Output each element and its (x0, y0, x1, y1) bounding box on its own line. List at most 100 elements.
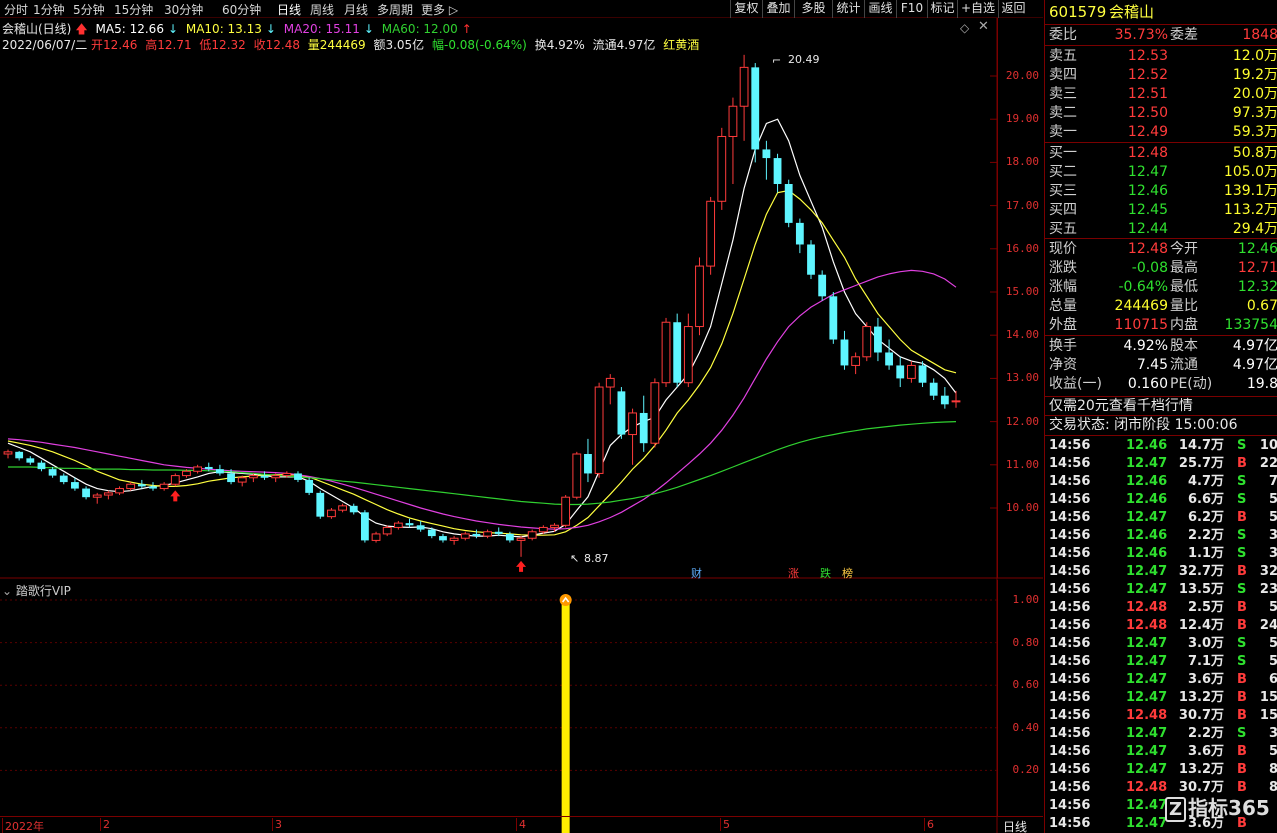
candle[interactable] (728, 97, 738, 184)
event-tag-rise[interactable]: 涨 (788, 565, 799, 581)
candle[interactable] (59, 473, 68, 485)
candle[interactable] (661, 317, 671, 388)
candle[interactable] (572, 451, 582, 500)
bid-row[interactable]: 买三 12.46 139.1万 (1049, 182, 1277, 200)
candle[interactable] (126, 482, 136, 491)
candle[interactable] (3, 449, 13, 459)
candle[interactable] (584, 438, 592, 483)
ask-row[interactable]: 卖一 12.49 59.3万 (1049, 123, 1277, 141)
candle[interactable] (393, 520, 403, 530)
bid-row[interactable]: 买二 12.47 105.0万 (1049, 163, 1277, 181)
candle[interactable] (929, 378, 938, 400)
candle[interactable] (149, 482, 157, 491)
candle[interactable] (338, 503, 347, 513)
candle[interactable] (673, 313, 682, 388)
candle[interactable] (739, 54, 749, 141)
period-tab-0[interactable]: 分时 (4, 1, 28, 18)
candle[interactable] (807, 240, 815, 280)
toolbar-button-3[interactable]: 统计 (832, 0, 864, 18)
candle[interactable] (216, 464, 224, 476)
toolbar-button-0[interactable]: 复权 (730, 0, 762, 18)
candle[interactable] (439, 533, 447, 543)
candle[interactable] (906, 361, 916, 383)
candle[interactable] (561, 495, 571, 528)
candle[interactable] (170, 473, 180, 487)
candle[interactable] (416, 520, 425, 532)
indicator-title[interactable]: ⌄ 踏歌行VIP (2, 582, 71, 599)
candle[interactable] (327, 508, 336, 519)
candle[interactable] (773, 153, 782, 193)
candle[interactable] (82, 486, 90, 500)
candle[interactable] (460, 531, 470, 541)
toolbar-button-8[interactable]: 返回 (998, 0, 1028, 18)
candle[interactable] (103, 490, 113, 500)
candle[interactable] (15, 450, 24, 461)
ask-row[interactable]: 卖三 12.51 20.0万 (1049, 85, 1277, 103)
candle[interactable] (795, 218, 804, 254)
candle[interactable] (605, 374, 615, 405)
candle[interactable] (449, 536, 459, 545)
candle[interactable] (851, 352, 861, 375)
candle[interactable] (115, 486, 124, 496)
ask-row[interactable]: 卖五 12.53 12.0万 (1049, 47, 1277, 65)
candle[interactable] (751, 63, 760, 163)
candle[interactable] (639, 395, 648, 452)
candle[interactable] (896, 356, 905, 388)
candle[interactable] (37, 460, 46, 472)
toolbar-button-7[interactable]: +自选 (957, 0, 998, 18)
candle[interactable] (371, 531, 381, 543)
bid-row[interactable]: 买五 12.44 29.4万 (1049, 220, 1277, 238)
candle[interactable] (360, 510, 369, 543)
candle[interactable] (159, 482, 169, 491)
period-tab-8[interactable]: 月线 (344, 1, 368, 18)
chevron-down-icon[interactable]: ⌄ (2, 584, 12, 598)
candle[interactable] (92, 492, 102, 504)
period-tab-3[interactable]: 15分钟 (114, 1, 153, 18)
candle[interactable] (316, 490, 325, 519)
period-tab-2[interactable]: 5分钟 (73, 1, 105, 18)
candle[interactable] (193, 464, 203, 474)
candle[interactable] (840, 330, 849, 370)
ask-row[interactable]: 卖二 12.50 97.3万 (1049, 104, 1277, 122)
candle[interactable] (516, 536, 526, 557)
event-tag-fall[interactable]: 跌 (820, 565, 831, 581)
period-tab-5[interactable]: 60分钟 (222, 1, 261, 18)
toolbar-button-5[interactable]: F10 (896, 0, 927, 18)
candle[interactable] (951, 390, 961, 408)
period-tab-9[interactable]: 多周期 (377, 1, 413, 18)
candle[interactable] (527, 529, 537, 541)
toolbar-button-6[interactable]: 标记 (927, 0, 957, 18)
candle[interactable] (762, 140, 771, 180)
candle[interactable] (494, 527, 503, 537)
candle[interactable] (483, 529, 492, 539)
candle[interactable] (294, 471, 302, 483)
toolbar-button-2[interactable]: 多股 (794, 0, 832, 18)
event-tag-finance[interactable]: 财 (691, 565, 702, 581)
candle[interactable] (784, 179, 793, 228)
bid-row[interactable]: 买一 12.48 50.8万 (1049, 144, 1277, 162)
candle[interactable] (617, 387, 626, 439)
toolbar-button-4[interactable]: 画线 (864, 0, 896, 18)
period-tab-7[interactable]: 周线 (310, 1, 334, 18)
candle[interactable] (885, 339, 893, 370)
candle[interactable] (829, 292, 838, 344)
ask-row[interactable]: 卖四 12.52 19.2万 (1049, 66, 1277, 84)
candle[interactable] (650, 378, 660, 448)
candle[interactable] (695, 257, 704, 336)
candle[interactable] (405, 518, 414, 528)
candle[interactable] (305, 477, 314, 496)
toolbar-button-1[interactable]: 叠加 (762, 0, 794, 18)
candle[interactable] (550, 523, 559, 532)
bid-row[interactable]: 买四 12.45 113.2万 (1049, 201, 1277, 219)
candle[interactable] (683, 313, 693, 388)
candle[interactable] (26, 456, 35, 465)
candle[interactable] (137, 479, 146, 489)
period-tab-10[interactable]: 更多 ▷ (421, 1, 458, 18)
candle[interactable] (349, 503, 358, 515)
candle[interactable] (48, 466, 57, 478)
candle[interactable] (818, 270, 827, 301)
candle[interactable] (717, 127, 727, 210)
candle[interactable] (628, 408, 637, 465)
candle[interactable] (204, 462, 213, 472)
period-tab-4[interactable]: 30分钟 (164, 1, 203, 18)
